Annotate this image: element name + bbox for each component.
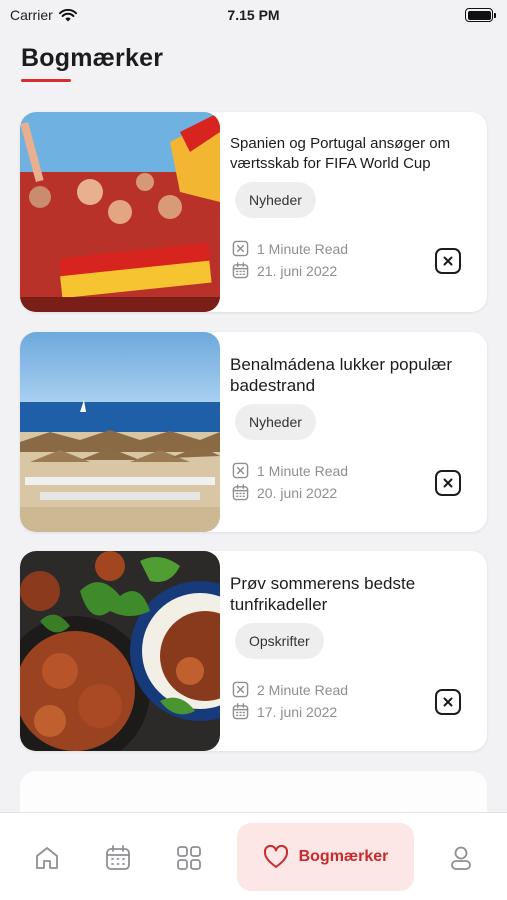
football-fans-photo (20, 112, 220, 312)
status-left: Carrier (10, 7, 77, 23)
read-time-icon (232, 681, 249, 698)
read-time-icon (232, 240, 249, 257)
close-icon (443, 256, 453, 266)
read-time-row: 1 Minute Read (232, 462, 348, 479)
read-time-label: 1 Minute Read (257, 240, 349, 257)
date-row: 20. juni 2022 (232, 484, 337, 501)
heart-icon (263, 845, 288, 868)
calendar-icon (232, 703, 249, 720)
bookmark-card[interactable]: Spanien og Portugal ansøger om værtsskab… (20, 112, 487, 312)
calendar-icon (106, 845, 130, 870)
carrier-label: Carrier (10, 7, 53, 23)
date-row: 21. juni 2022 (232, 262, 337, 279)
status-time: 7.15 PM (227, 7, 280, 23)
read-time-label: 2 Minute Read (257, 681, 349, 698)
beach-photo (20, 332, 220, 532)
tab-bookmarks-label: Bogmærker (298, 848, 389, 865)
calendar-icon (232, 484, 249, 501)
read-time-icon (232, 462, 249, 479)
tab-calendar[interactable] (103, 843, 133, 873)
category-tag[interactable]: Nyheder (235, 182, 316, 218)
remove-bookmark-button[interactable] (435, 248, 461, 274)
tab-home[interactable] (32, 843, 62, 873)
card-title[interactable]: Spanien og Portugal ansøger om værtsskab… (230, 134, 480, 174)
grid-icon (177, 846, 201, 870)
read-time-row: 2 Minute Read (232, 681, 348, 698)
read-time-row: 1 Minute Read (232, 240, 348, 257)
tab-profile[interactable] (446, 843, 476, 873)
date-label: 17. juni 2022 (257, 703, 338, 720)
calendar-icon (232, 262, 249, 279)
close-icon (443, 478, 453, 488)
page-title: Bogmærker (21, 44, 164, 72)
read-time-label: 1 Minute Read (257, 462, 349, 479)
bookmark-card[interactable]: Prøv sommerens bedste tunfrikadeller Ops… (20, 551, 487, 751)
card-title[interactable]: Benalmádena lukker populær badestrand (230, 354, 480, 396)
bookmark-card[interactable]: Benalmádena lukker populær badestrand Ny… (20, 332, 487, 532)
tab-categories[interactable] (174, 843, 204, 873)
title-underline (21, 79, 71, 82)
category-tag[interactable]: Opskrifter (235, 623, 324, 659)
battery-icon (465, 8, 496, 22)
remove-bookmark-button[interactable] (435, 470, 461, 496)
category-tag[interactable]: Nyheder (235, 404, 316, 440)
date-label: 20. juni 2022 (257, 484, 338, 501)
profile-icon (451, 846, 471, 870)
home-icon (36, 847, 58, 869)
food-photo (20, 551, 220, 751)
remove-bookmark-button[interactable] (435, 689, 461, 715)
status-bar: Carrier 7.15 PM (0, 0, 507, 30)
date-label: 21. juni 2022 (257, 262, 338, 279)
close-icon (443, 697, 453, 707)
date-row: 17. juni 2022 (232, 703, 337, 720)
bottom-tab-bar: Bogmærker (0, 812, 507, 900)
tab-bookmarks[interactable]: Bogmærker (237, 823, 414, 891)
wifi-icon (58, 8, 77, 21)
card-title[interactable]: Prøv sommerens bedste tunfrikadeller (230, 573, 480, 615)
